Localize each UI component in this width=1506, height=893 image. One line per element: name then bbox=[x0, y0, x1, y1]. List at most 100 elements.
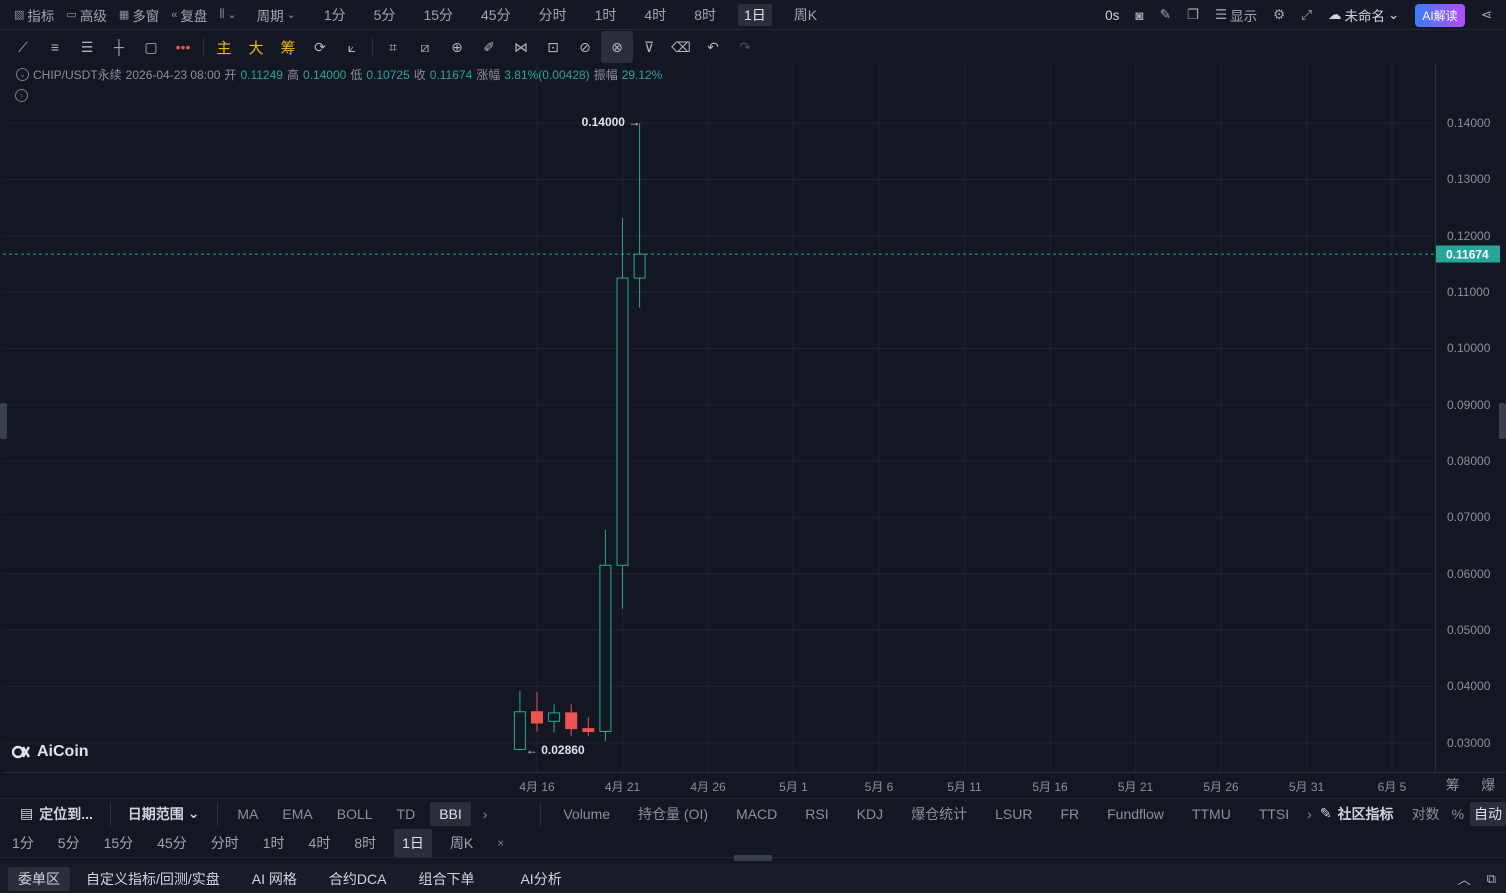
chart-type-button[interactable]: ⫼ ⌄ bbox=[213, 0, 242, 29]
collapse-panel-icon[interactable]: ︿ bbox=[1458, 869, 1471, 888]
trash-icon[interactable]: ⌫ bbox=[665, 31, 697, 63]
sub-indicator-10[interactable]: TTSI bbox=[1245, 799, 1303, 828]
period-tab-4[interactable]: 分时 bbox=[525, 0, 581, 29]
bottom-tab-2[interactable]: AI 网格 bbox=[236, 864, 313, 893]
auto-scale-toggle[interactable]: 自动 bbox=[1470, 801, 1506, 826]
zoom-in-icon[interactable]: ⊕ bbox=[441, 31, 473, 63]
collapse-legend-icon[interactable]: ⌄ bbox=[16, 68, 29, 81]
community-indicators-button[interactable]: ✎ 社区指标 bbox=[1316, 799, 1398, 828]
multiwindow-button[interactable]: ▦ 多窗 bbox=[113, 0, 165, 29]
copy-icon[interactable]: ❐ bbox=[1179, 7, 1207, 23]
main-indicator-0[interactable]: MA bbox=[228, 799, 267, 828]
timer-label[interactable]: 0s bbox=[1097, 8, 1127, 23]
big-order-button[interactable]: 大 bbox=[240, 31, 272, 63]
bottom-tab-5[interactable]: AI分析 bbox=[504, 864, 577, 893]
bottom-period-7[interactable]: 8时 bbox=[342, 828, 388, 857]
redo-icon[interactable]: ↷ bbox=[729, 31, 761, 63]
sub-indicator-8[interactable]: Fundflow bbox=[1093, 799, 1178, 828]
main-indicator-1[interactable]: EMA bbox=[273, 799, 321, 828]
ai-interpret-button[interactable]: AI解读 bbox=[1415, 3, 1465, 27]
fullscreen-icon[interactable]: ⤢ bbox=[1293, 7, 1320, 23]
layout-dropdown[interactable]: ☁ 未命名 ⌄ bbox=[1320, 5, 1407, 25]
sub-indicator-9[interactable]: TTMU bbox=[1178, 799, 1245, 828]
sub-indicator-0[interactable]: Volume bbox=[549, 799, 624, 828]
bottom-tab-0[interactable]: 委单区 bbox=[8, 866, 70, 891]
bottom-period-6[interactable]: 4时 bbox=[297, 828, 343, 857]
magnet-icon[interactable]: ⋈ bbox=[505, 31, 537, 63]
period-tab-0[interactable]: 1分 bbox=[310, 0, 360, 29]
chip-distribution-button[interactable]: 筹 bbox=[272, 31, 304, 63]
lock-icon[interactable]: ⊡ bbox=[537, 31, 569, 63]
horizontal-ray-icon[interactable]: ┼ bbox=[103, 31, 135, 63]
bottom-period-5[interactable]: 1时 bbox=[251, 828, 297, 857]
sync-icon[interactable]: ⟳ bbox=[304, 31, 336, 63]
period-dropdown[interactable]: 周期 ⌄ bbox=[243, 0, 310, 29]
close-period-bar-icon[interactable]: × bbox=[485, 828, 516, 857]
rectangle-icon[interactable]: ▢ bbox=[135, 31, 167, 63]
hide-drawings-icon[interactable]: ⊘ bbox=[569, 31, 601, 63]
bottom-period-3[interactable]: 45分 bbox=[145, 828, 199, 857]
undo-icon[interactable]: ↶ bbox=[697, 31, 729, 63]
main-indicator-4[interactable]: BBI bbox=[430, 801, 471, 826]
sub-indicator-6[interactable]: LSUR bbox=[981, 799, 1046, 828]
period-tab-3[interactable]: 45分 bbox=[467, 0, 525, 29]
time-axis[interactable]: 4月 16 4月 21 4月 26 5月 1 5月 6 5月 11 5月 16 5月 21 5月… bbox=[3, 772, 1435, 797]
main-indicator-2[interactable]: BOLL bbox=[328, 799, 382, 828]
bottom-period-0[interactable]: 1分 bbox=[0, 828, 46, 857]
log-scale-toggle[interactable]: 对数 bbox=[1398, 799, 1446, 828]
indicators-button[interactable]: ▧ 指标 bbox=[0, 0, 60, 29]
bottom-period-4[interactable]: 分时 bbox=[199, 828, 251, 857]
share-icon[interactable]: ⋖ bbox=[1473, 7, 1506, 23]
bottom-period-8[interactable]: 1日 bbox=[394, 828, 432, 857]
settings-icon[interactable]: ⚙ bbox=[1265, 7, 1293, 23]
popout-icon[interactable]: ⧉ bbox=[1487, 871, 1496, 887]
pencil-icon[interactable]: ✎ bbox=[1152, 7, 1179, 23]
link-icon[interactable]: ⊗ bbox=[601, 31, 633, 63]
locate-button[interactable]: ▤ 定位到... bbox=[0, 799, 102, 828]
measure-icon[interactable]: ⟀ bbox=[336, 31, 368, 63]
period-tab-2[interactable]: 15分 bbox=[409, 0, 467, 29]
bottom-period-1[interactable]: 5分 bbox=[46, 828, 92, 857]
more-sub-indicators-icon[interactable]: › bbox=[1303, 799, 1316, 828]
display-button[interactable]: ☰ 显示 bbox=[1207, 5, 1265, 25]
expand-indicators-button[interactable]: › bbox=[15, 86, 28, 102]
liquidation-toggle[interactable]: 爆 bbox=[1481, 775, 1495, 795]
horizontal-lines-icon[interactable]: ☰ bbox=[71, 31, 103, 63]
ruler-icon[interactable]: ⧄ bbox=[409, 31, 441, 63]
main-indicator-3[interactable]: TD bbox=[388, 799, 425, 828]
main-chip-button[interactable]: 主 bbox=[208, 31, 240, 63]
sub-indicator-2[interactable]: MACD bbox=[722, 799, 791, 828]
chart-area[interactable] bbox=[3, 64, 1435, 772]
period-tab-6[interactable]: 4时 bbox=[630, 0, 680, 29]
parallel-lines-icon[interactable]: ≡ bbox=[39, 31, 71, 63]
period-tab-9[interactable]: 周K bbox=[780, 0, 831, 29]
trendline-icon[interactable]: ⟋ bbox=[7, 31, 39, 63]
left-panel-handle[interactable] bbox=[0, 403, 7, 439]
replay-button[interactable]: « 复盘 bbox=[165, 0, 213, 29]
bottom-period-2[interactable]: 15分 bbox=[92, 828, 146, 857]
period-tab-7[interactable]: 8时 bbox=[680, 0, 730, 29]
sub-indicator-5[interactable]: 爆仓统计 bbox=[897, 799, 981, 828]
period-tab-5[interactable]: 1时 bbox=[581, 0, 631, 29]
sub-indicator-3[interactable]: RSI bbox=[791, 799, 842, 828]
bottom-tab-1[interactable]: 自定义指标/回测/实盘 bbox=[70, 864, 236, 893]
date-range-dropdown[interactable]: 日期范围 ⌄ bbox=[119, 799, 209, 828]
filter-icon[interactable]: ⊽ bbox=[633, 31, 665, 63]
chip-toggle[interactable]: 筹 bbox=[1446, 775, 1460, 795]
price-axis[interactable]: 0.14000 0.13000 0.12000 0.11000 0.10000 0.090… bbox=[1435, 64, 1506, 772]
more-tools-icon[interactable]: ••• bbox=[167, 31, 199, 63]
bottom-tab-4[interactable]: 组合下单 bbox=[402, 864, 490, 893]
percent-scale-toggle[interactable]: % bbox=[1446, 799, 1470, 828]
period-tab-1[interactable]: 5分 bbox=[360, 0, 410, 29]
camera-icon[interactable]: ◙ bbox=[1127, 8, 1151, 23]
sub-indicator-1[interactable]: 持仓量 (OI) bbox=[624, 799, 722, 828]
bottom-tab-3[interactable]: 合约DCA bbox=[313, 864, 403, 893]
sub-indicator-4[interactable]: KDJ bbox=[843, 799, 897, 828]
sub-indicator-7[interactable]: FR bbox=[1046, 799, 1093, 828]
bottom-period-9[interactable]: 周K bbox=[438, 828, 485, 857]
advanced-button[interactable]: ▭ 高级 bbox=[60, 0, 112, 29]
brush-icon[interactable]: ✐ bbox=[473, 31, 505, 63]
more-main-indicators-icon[interactable]: › bbox=[474, 799, 497, 828]
period-tab-8[interactable]: 1日 bbox=[737, 3, 772, 26]
crop-icon[interactable]: ⌗ bbox=[377, 31, 409, 63]
